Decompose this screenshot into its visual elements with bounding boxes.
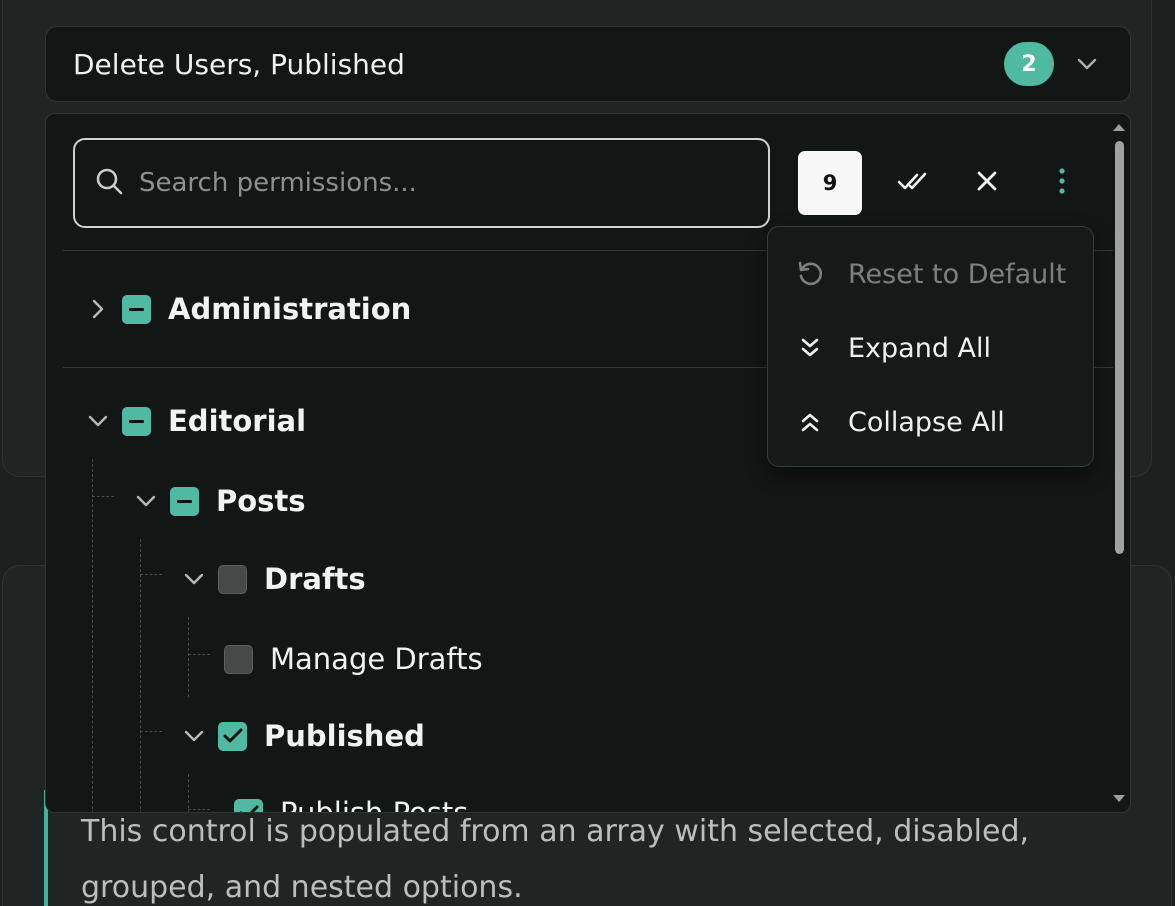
- tree-guide-line: [188, 617, 189, 697]
- scrollbar-thumb[interactable]: [1115, 141, 1124, 554]
- chevron-down-icon[interactable]: [134, 489, 158, 513]
- tree-node-label: Administration: [168, 292, 412, 326]
- checked-checkbox[interactable]: [218, 721, 247, 751]
- check-icon: [239, 805, 258, 812]
- close-icon: [976, 170, 998, 196]
- clear-selection-button[interactable]: [963, 159, 1011, 207]
- check-icon: [223, 728, 242, 743]
- checked-checkbox[interactable]: [234, 798, 263, 812]
- tree-node-manage-drafts[interactable]: Manage Drafts: [212, 642, 483, 676]
- tree-guide-line: [92, 459, 93, 812]
- tree-node-label: Published: [264, 719, 425, 753]
- selected-count-badge: 2: [1004, 42, 1054, 86]
- menu-item-expand-all[interactable]: Expand All: [768, 318, 1093, 378]
- scrollbar[interactable]: [1110, 114, 1130, 812]
- tree-node-editorial[interactable]: Editorial: [86, 404, 306, 438]
- unchecked-checkbox[interactable]: [224, 644, 253, 674]
- permissions-select-trigger[interactable]: Delete Users, Published 2: [45, 26, 1131, 102]
- tree-node-drafts[interactable]: Drafts: [182, 562, 366, 596]
- menu-item-label: Expand All: [848, 332, 992, 364]
- menu-item-label: Reset to Default: [848, 258, 1067, 290]
- kebab-menu-icon: [1058, 167, 1066, 199]
- tree-guide-line: [140, 539, 141, 812]
- chevrons-up-icon: [796, 411, 824, 433]
- partial-checkbox[interactable]: [122, 406, 151, 436]
- reset-icon: [796, 260, 824, 288]
- tree-node-published[interactable]: Published: [182, 719, 425, 753]
- tree-node-label: Editorial: [168, 404, 307, 438]
- more-options-button[interactable]: [1038, 159, 1086, 207]
- scroll-down-arrow-icon[interactable]: [1113, 795, 1125, 802]
- tree-node-posts[interactable]: Posts: [134, 484, 306, 518]
- menu-item-collapse-all[interactable]: Collapse All: [768, 392, 1093, 452]
- tree-guide-line: [188, 809, 210, 810]
- tree-guide-line: [188, 654, 210, 655]
- chevron-down-icon[interactable]: [86, 409, 110, 433]
- tree-node-publish-posts[interactable]: Publish Posts: [222, 796, 469, 813]
- menu-item-label: Collapse All: [848, 406, 1005, 438]
- app-stage: This control is populated from an array …: [0, 0, 1175, 906]
- tree-node-label: Publish Posts: [280, 796, 469, 813]
- search-box: [73, 138, 770, 228]
- tree-node-label: Posts: [216, 484, 306, 518]
- partial-checkbox[interactable]: [122, 294, 151, 324]
- chevrons-down-icon: [796, 337, 824, 359]
- selected-count-chip: 9: [798, 151, 862, 215]
- description-text: This control is populated from an array …: [81, 814, 1030, 905]
- options-menu: Reset to Default Expand All Collapse All: [767, 226, 1094, 467]
- chevron-down-icon[interactable]: [182, 724, 206, 748]
- tree-guide-line: [140, 574, 162, 575]
- partial-checkbox[interactable]: [170, 486, 199, 516]
- tree-node-label: Manage Drafts: [270, 642, 483, 676]
- unchecked-checkbox[interactable]: [218, 564, 247, 594]
- tree-guide-line: [92, 496, 114, 497]
- search-input[interactable]: [139, 168, 699, 198]
- scroll-up-arrow-icon[interactable]: [1113, 124, 1125, 131]
- tree-node-administration[interactable]: Administration: [86, 292, 411, 326]
- tree-node-label: Drafts: [264, 562, 366, 596]
- tree-guide-line: [140, 731, 162, 732]
- menu-item-reset-to-default[interactable]: Reset to Default: [768, 244, 1093, 304]
- search-icon: [95, 167, 123, 199]
- chevron-down-icon[interactable]: [1076, 57, 1102, 71]
- tree-guide-line: [188, 774, 189, 812]
- select-all-button[interactable]: [889, 159, 937, 207]
- double-check-icon: [897, 170, 929, 196]
- chevron-right-icon[interactable]: [86, 297, 110, 321]
- chevron-down-icon[interactable]: [182, 567, 206, 591]
- selected-values-text: Delete Users, Published: [73, 47, 405, 81]
